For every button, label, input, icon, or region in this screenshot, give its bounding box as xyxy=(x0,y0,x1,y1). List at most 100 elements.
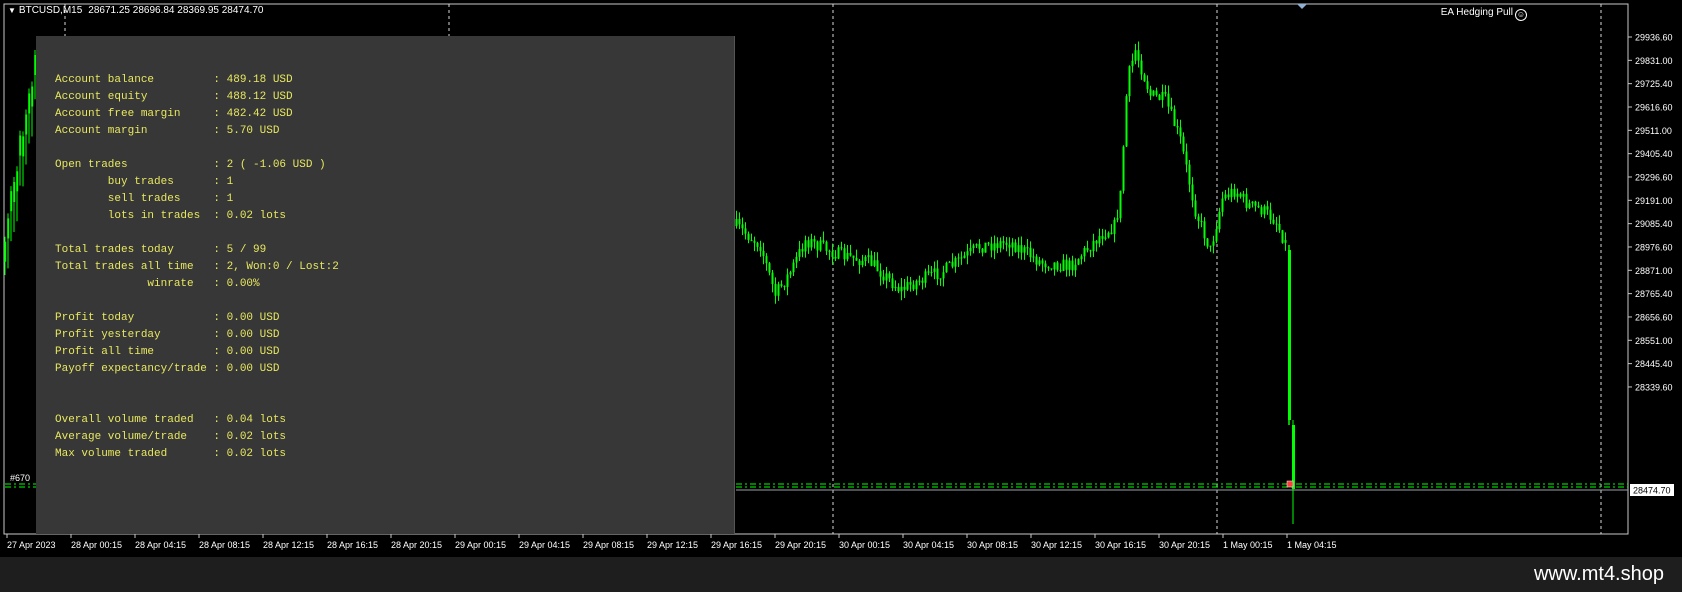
candle-body xyxy=(1107,232,1110,238)
candle-body xyxy=(915,280,918,290)
candle-body xyxy=(1146,81,1149,90)
ea-indicator[interactable]: EA Hedging Pull ☺ xyxy=(1441,7,1527,21)
candle-body xyxy=(795,256,798,263)
candle-body xyxy=(813,239,816,242)
candle-body xyxy=(1014,242,1017,252)
time-label: 1 May 00:15 xyxy=(1223,540,1273,550)
ea-name: EA Hedging Pull xyxy=(1440,7,1513,18)
candle-body xyxy=(1089,250,1092,252)
panel-line: Account free margin : 482.42 USD xyxy=(55,108,293,120)
candle-body xyxy=(1170,106,1173,110)
candle-body xyxy=(906,282,909,290)
candle-body xyxy=(786,274,789,287)
candle-body xyxy=(756,242,759,247)
candle-body xyxy=(951,261,954,267)
candle-body xyxy=(921,280,924,283)
candle-body xyxy=(1002,241,1005,243)
candle-body xyxy=(975,244,978,246)
candle-body xyxy=(789,272,792,275)
candle-body xyxy=(834,256,837,259)
candle-body xyxy=(1062,259,1065,271)
price-label: 29405.40 xyxy=(1635,149,1673,159)
candle-body xyxy=(4,241,7,262)
time-label: 30 Apr 20:15 xyxy=(1159,540,1210,550)
candle-body xyxy=(774,283,777,296)
candle-body xyxy=(1191,184,1194,201)
candle-body xyxy=(1032,256,1035,258)
candle-body xyxy=(1134,50,1137,61)
candle-body xyxy=(1179,127,1182,137)
candle-body xyxy=(969,247,972,252)
price-label: 29831.00 xyxy=(1635,56,1673,66)
candle-body xyxy=(777,284,780,296)
candle-body xyxy=(864,256,867,262)
candle-body xyxy=(1029,247,1032,258)
panel-line: lots in trades : 0.02 lots xyxy=(107,210,287,222)
time-label: 28 Apr 16:15 xyxy=(327,540,378,550)
ohlc-values: 28671.25 28696.84 28369.95 28474.70 xyxy=(88,5,264,16)
candle-body xyxy=(31,86,34,107)
candle-body xyxy=(1038,260,1041,265)
candle-body xyxy=(1077,259,1080,265)
time-label: 28 Apr 08:15 xyxy=(199,540,250,550)
time-label: 28 Apr 04:15 xyxy=(135,540,186,550)
price-label: 28339.60 xyxy=(1635,382,1673,392)
candle-body xyxy=(939,278,942,280)
price-label: 28976.60 xyxy=(1635,242,1673,252)
candle-body xyxy=(930,271,933,273)
candle-body xyxy=(963,255,966,258)
candle-body xyxy=(10,191,13,212)
candle-body xyxy=(1254,201,1257,206)
candle-body xyxy=(1086,248,1089,251)
candle-body xyxy=(981,248,984,253)
time-label: 28 Apr 00:15 xyxy=(71,540,122,550)
candle-body xyxy=(1188,164,1191,185)
candle-body xyxy=(759,246,762,251)
panel-line: winrate : 0.00% xyxy=(147,278,260,290)
candle-body xyxy=(942,272,945,279)
candle-body xyxy=(1017,245,1020,252)
price-label: 29616.60 xyxy=(1635,102,1673,112)
candle-body xyxy=(1200,220,1203,222)
candle-body xyxy=(909,282,912,285)
candle-body xyxy=(1098,236,1101,244)
candle-body xyxy=(741,224,744,229)
candle-body xyxy=(1278,224,1281,231)
candle-body xyxy=(1020,245,1023,253)
candle-body xyxy=(1155,90,1158,95)
time-label: 29 Apr 16:15 xyxy=(711,540,762,550)
account-stats-text: Account balance : 489.18 USD Account equ… xyxy=(55,72,339,463)
candle-body xyxy=(753,240,756,243)
candle-body xyxy=(1236,193,1239,197)
candle-body xyxy=(840,247,843,249)
candle-body xyxy=(870,255,873,266)
candle-body xyxy=(1212,241,1215,246)
candle-body xyxy=(837,247,840,259)
chart-menu-triangle-icon[interactable]: ▼ xyxy=(8,6,16,15)
candle-body xyxy=(1221,198,1224,212)
candle-body xyxy=(1233,189,1236,197)
candle-body xyxy=(1272,219,1275,224)
candle-body xyxy=(798,249,801,257)
candle-body xyxy=(879,271,882,277)
candle-body xyxy=(855,257,858,261)
candle-body xyxy=(1104,237,1107,239)
candle-body xyxy=(747,233,750,240)
panel-line: Profit today : 0.00 USD xyxy=(55,312,280,324)
price-label: 29085.40 xyxy=(1635,219,1673,229)
candle-body xyxy=(1185,151,1188,165)
candle-body xyxy=(849,252,852,256)
account-info-panel: Account balance : 489.18 USD Account equ… xyxy=(36,36,735,534)
time-label: 29 Apr 12:15 xyxy=(647,540,698,550)
candle-body xyxy=(978,244,981,249)
panel-line: Profit all time : 0.00 USD xyxy=(55,346,280,358)
time-label: 30 Apr 00:15 xyxy=(839,540,890,550)
candle-body xyxy=(1224,194,1227,199)
candle-body xyxy=(918,280,921,282)
candle-body xyxy=(792,262,795,273)
candle-body xyxy=(1128,66,1131,97)
candle-body xyxy=(900,286,903,292)
candle-body xyxy=(1248,203,1251,208)
candle-body xyxy=(1173,109,1176,126)
candle-body xyxy=(882,276,885,281)
